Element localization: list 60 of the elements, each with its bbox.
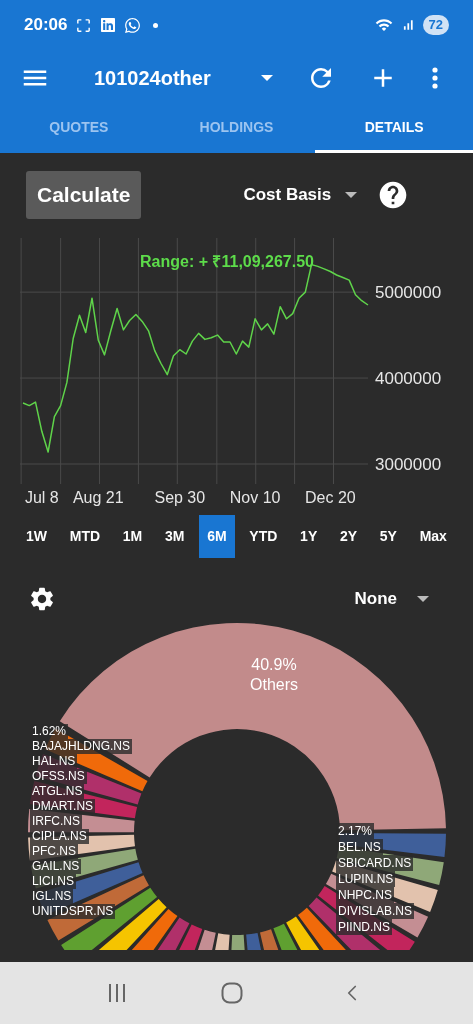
settings-button[interactable] [28,585,56,613]
slice-label: LUPIN.NS [336,871,396,887]
range-label: Range: + ₹11,09,267.50 [140,253,314,270]
period-button[interactable]: Max [411,515,455,558]
slice-label: OFSS.NS [30,769,87,784]
period-button[interactable]: 3M [157,515,193,558]
x-axis-label: Nov 10 [229,489,281,506]
whatsapp-icon [124,16,142,34]
y-axis-label: 4000000 [375,369,442,389]
slice-label: PIIND.NS [336,919,392,935]
slice-label: Others [250,675,298,695]
grouping-dropdown[interactable]: None [354,586,429,612]
period-button[interactable]: 1M [114,515,151,558]
slice-label: 1.62% [30,724,69,739]
caret-icon [261,74,273,81]
caret-icon [417,596,429,602]
slice-label: SBICARD.NS [336,855,414,871]
screenshot-icon [75,16,93,34]
slice-label: HAL.NS [30,754,78,769]
more-options-button[interactable] [432,66,438,89]
y-axis-label: 3000000 [375,455,442,474]
slice-label: DMART.NS [30,799,96,814]
y-axis-label: 5000000 [375,283,442,303]
slice-label: ATGL.NS [30,784,85,799]
portfolio-dropdown[interactable]: 101024other [94,62,280,93]
calculate-button[interactable]: Calculate [26,171,142,219]
slice-label: IRFC.NS [30,814,82,829]
x-axis-label: Jul 8 [24,489,59,506]
basis-dropdown[interactable]: Cost Basis [243,182,358,208]
period-button[interactable]: 1Y [292,515,326,558]
linkedin-icon [100,17,117,33]
slice-label: BEL.NS [336,839,383,855]
wifi-icon [374,16,393,34]
period-button[interactable]: YTD [241,515,286,558]
slice-label: UNITDSPR.NS [30,904,116,919]
battery-level: 72 [422,15,449,35]
home-icon[interactable] [221,982,244,1004]
period-button[interactable]: MTD [61,515,109,558]
slice-label: GAIL.NS [30,859,82,874]
slice-label: BAJAJHLDNG.NS [30,739,133,754]
caret-icon [345,192,358,198]
status-time: 20:06 [24,14,68,37]
slice-label: DIVISLAB.NS [336,903,415,919]
slice-label: PFC.NS [30,844,78,859]
slice-label: NHPC.NS [336,887,394,903]
period-button[interactable]: 2Y [331,515,366,558]
slice-percent: 40.9% [251,655,297,675]
tab[interactable]: DETAILS [315,105,473,153]
period-button[interactable]: 1W [18,515,55,558]
x-axis-label: Dec 20 [305,489,356,506]
period-button[interactable]: 5Y [371,515,405,558]
slice-label: IGL.NS [30,889,74,904]
more-icon [432,66,438,89]
period-button[interactable]: 6M [199,515,235,558]
slice-label: LICI.NS [30,874,76,889]
x-axis-label: Sep 30 [154,489,206,506]
slice-label: 2.17% [336,823,375,839]
x-axis-label: Aug 21 [72,489,124,506]
recent-apps-icon[interactable] [107,983,126,1003]
slice-label: CIPLA.NS [30,829,89,844]
